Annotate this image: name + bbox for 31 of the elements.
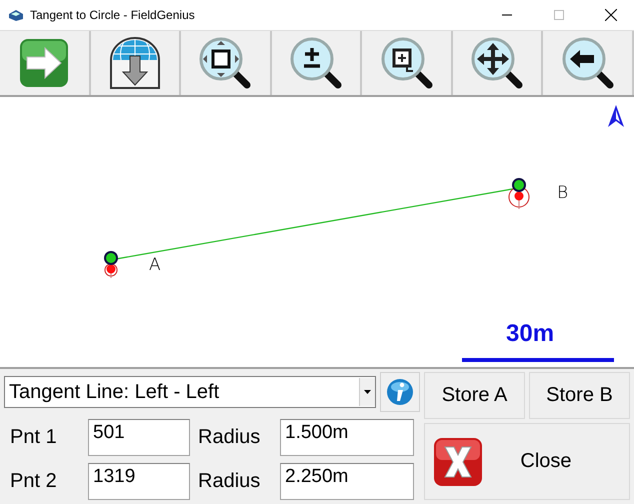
point-label: A [149,255,161,276]
window-title: Tangent to Circle - FieldGenius [30,8,196,22]
back-arrow-magnifier-icon [560,35,616,92]
point-label: B [557,183,568,204]
point-label: Pnt 2 [9,470,58,492]
store-button[interactable]: Store B [529,372,630,419]
store-button[interactable]: Store A [424,372,525,419]
app-icon [8,8,24,22]
close-dialog-button[interactable]: Close [424,423,630,500]
globe-download-icon [108,36,162,90]
close-icon [605,9,617,21]
plus-minus-magnifier-icon [288,35,344,92]
radius-field[interactable]: 2.250m [280,462,414,500]
zoom-window-icon [378,35,435,92]
info-icon [386,378,414,406]
x-mark-icon [433,436,483,486]
radius-field[interactable]: 1.500m [280,418,414,456]
north-arrow-icon [608,105,624,128]
mode-dropdown[interactable]: Tangent Line: Left - Left [4,376,376,408]
maximize-icon [554,10,564,20]
arrow-right-icon [19,38,70,88]
point-field[interactable]: 1319 [88,462,190,500]
radius-label: Radius [197,426,262,448]
scale-label: 30m [506,320,554,348]
pan-arrows-icon [469,35,526,92]
point-label: Pnt 1 [9,426,58,448]
zoom-extents-icon [197,35,254,92]
radius-label: Radius [197,470,262,492]
caret-icon [364,390,371,394]
point-field[interactable]: 501 [88,418,190,456]
info-button[interactable] [380,372,420,412]
